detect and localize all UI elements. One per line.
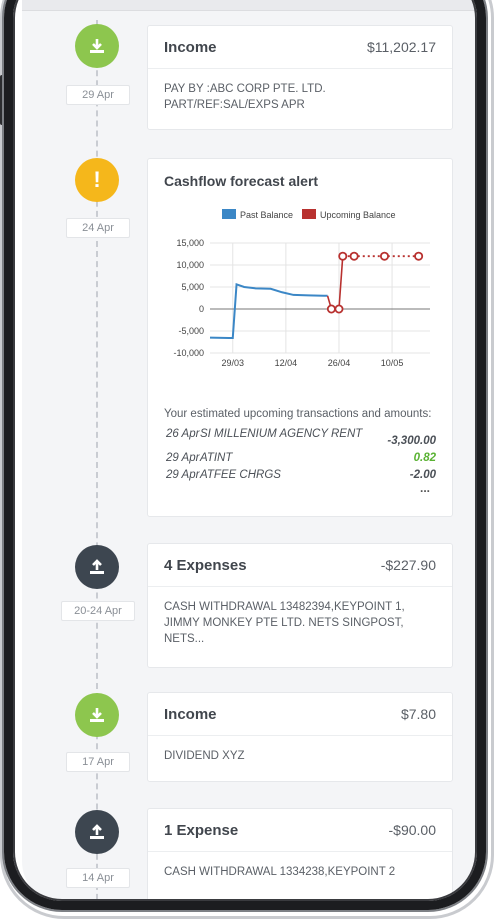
- download-icon: [90, 39, 104, 53]
- y-tick-label: 10,000: [176, 260, 204, 270]
- card-amount: -$227.90: [380, 557, 436, 573]
- y-tick-label: 0: [199, 304, 204, 314]
- income-download-icon: [75, 24, 119, 68]
- x-tick-label: 12/04: [275, 358, 298, 368]
- card-title: Income: [164, 38, 217, 56]
- app-screen: 29 Apr Income $11,202.17 PAY BY :ABC COR…: [22, 0, 476, 905]
- transaction-row: 26 Apr SI MILLENIUM AGENCY RENT -3,300.0…: [148, 428, 452, 447]
- cashflow-alert-card[interactable]: Cashflow forecast alert Past Balance Upco…: [147, 158, 453, 517]
- card-amount: $7.80: [400, 706, 436, 722]
- y-tick-label: -5,000: [178, 326, 204, 336]
- timeline-date: 24 Apr: [66, 218, 130, 238]
- transaction-date: 26 Apr: [166, 428, 200, 440]
- card-title: 4 Expenses: [164, 556, 247, 574]
- y-tick-label: 5,000: [181, 282, 204, 292]
- income-card[interactable]: Income $11,202.17 PAY BY :ABC CORP PTE. …: [147, 25, 453, 130]
- upcoming-balance-point: [414, 251, 424, 261]
- transaction-amount: -3,300.00: [387, 435, 436, 447]
- x-tick-label: 29/03: [221, 358, 244, 368]
- exclamation-icon: !: [93, 167, 101, 192]
- upcoming-balance-point: [326, 304, 336, 314]
- y-tick-label: 15,000: [176, 238, 204, 248]
- timeline-date: 29 Apr: [66, 85, 130, 105]
- alert-exclamation-icon: !: [75, 158, 119, 202]
- transaction-row: 29 Apr ATINT 0.82: [148, 452, 452, 464]
- income-download-icon: [75, 693, 119, 737]
- legend-label: Past Balance: [240, 210, 293, 220]
- transaction-amount: -2.00: [409, 469, 436, 481]
- transaction-date: 29 Apr: [166, 469, 200, 481]
- x-tick-label: 10/05: [381, 358, 404, 368]
- expenses-card[interactable]: 4 Expenses -$227.90 CASH WITHDRAWAL 1348…: [147, 543, 453, 668]
- upload-icon: [90, 824, 104, 839]
- download-icon: [90, 708, 104, 722]
- card-details: PAY BY :ABC CORP PTE. LTD. PART/REF:SAL/…: [148, 68, 452, 125]
- card-title: Income: [164, 705, 217, 723]
- y-tick-label: -10,000: [173, 348, 204, 358]
- upload-icon: [90, 559, 104, 574]
- timeline-date: 20-24 Apr: [61, 601, 135, 621]
- card-amount: $11,202.17: [366, 39, 436, 55]
- phone-side-button: [0, 75, 6, 125]
- upcoming-balance-point: [338, 251, 348, 261]
- legend-swatch: [222, 209, 236, 219]
- transaction-description: SI MILLENIUM AGENCY RENT: [200, 428, 363, 440]
- upcoming-balance-point: [349, 251, 359, 261]
- top-bar: [22, 0, 476, 11]
- card-details: DIVIDEND XYZ: [148, 735, 452, 776]
- upcoming-balance-point: [334, 304, 344, 314]
- chart-container: Past Balance Upcoming Balance 29/03 12/04 26…: [152, 189, 452, 406]
- transaction-date: 29 Apr: [166, 452, 200, 464]
- upcoming-balance-point: [379, 251, 389, 261]
- transaction-description: ATFEE CHRGS: [200, 469, 281, 481]
- expense-upload-icon: [75, 545, 119, 589]
- timeline-date: 14 Apr: [66, 868, 130, 888]
- expense-card[interactable]: 1 Expense -$90.00 CASH WITHDRAWAL 133423…: [147, 808, 453, 905]
- transaction-amount: 0.82: [413, 452, 436, 464]
- income-card[interactable]: Income $7.80 DIVIDEND XYZ: [147, 692, 453, 782]
- transaction-description: ATINT: [200, 452, 233, 464]
- legend-swatch: [302, 209, 316, 219]
- upcoming-balance-line: [326, 256, 344, 310]
- card-title: Cashflow forecast alert: [164, 173, 319, 189]
- cashflow-chart: Past Balance Upcoming Balance 29/03 12/04 26…: [173, 209, 430, 368]
- legend-label: Upcoming Balance: [320, 210, 396, 220]
- expense-upload-icon: [75, 810, 119, 854]
- transaction-row: 29 Apr ATFEE CHRGS -2.00: [148, 469, 452, 481]
- card-amount: -$90.00: [388, 822, 436, 838]
- timeline-date: 17 Apr: [66, 752, 130, 772]
- x-tick-label: 26/04: [328, 358, 351, 368]
- card-details: CASH WITHDRAWAL 1334238,KEYPOINT 2: [148, 851, 452, 892]
- card-title: 1 Expense: [164, 821, 239, 839]
- timeline-line: [96, 20, 98, 905]
- transactions-intro: Your estimated upcoming transactions and…: [164, 408, 432, 420]
- past-balance-line: [209, 282, 328, 340]
- more-indicator[interactable]: ...: [148, 481, 452, 501]
- card-details: CASH WITHDRAWAL 13482394,KEYPOINT 1, JIM…: [148, 586, 452, 659]
